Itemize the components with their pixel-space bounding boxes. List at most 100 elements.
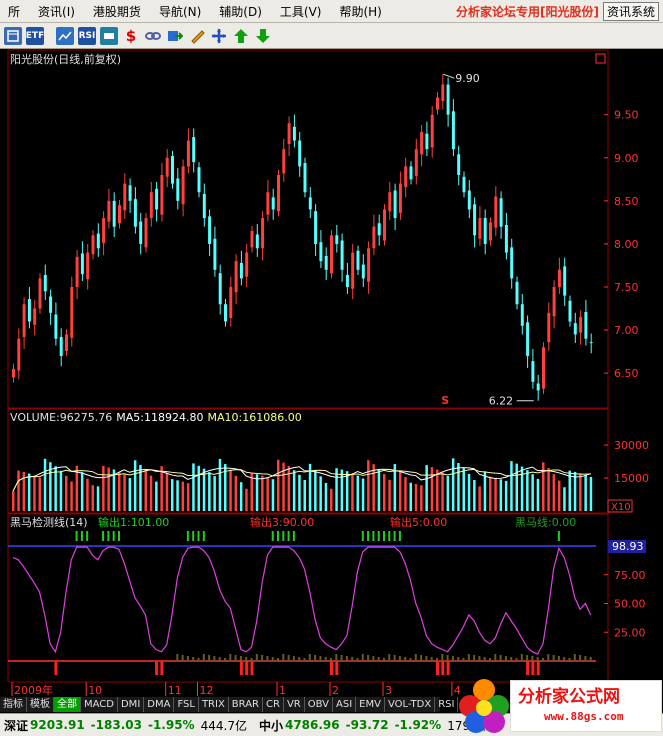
- tab-dma[interactable]: DMA: [144, 697, 175, 712]
- volume-bar: [33, 475, 36, 511]
- volume-bar: [218, 458, 222, 511]
- volume-bar: [250, 473, 253, 511]
- buy-signal-bar: [192, 531, 195, 541]
- candle-body: [584, 311, 588, 339]
- volume-bar: [462, 468, 465, 511]
- up-arrow-icon[interactable]: [232, 27, 250, 45]
- svg-text:VOLUME:96275.76MA5:118924.80MA: VOLUME:96275.76 MA5:118924.80 MA10:161086.…: [10, 411, 302, 424]
- volume-bar: [547, 468, 550, 511]
- index2-value: 4786.96: [284, 718, 340, 732]
- tab-brar[interactable]: BRAR: [229, 697, 263, 712]
- menu-item-file[interactable]: 所: [0, 3, 30, 20]
- chart-area[interactable]: 阳光股份(日线,前复权) VOLUME:96275.76 MA5:118924.8…: [0, 49, 663, 697]
- volume-bar: [478, 486, 481, 511]
- tab-emv[interactable]: EMV: [356, 697, 385, 712]
- candle-body: [112, 200, 116, 227]
- candle-body: [467, 190, 471, 210]
- indicator-histogram: [462, 658, 465, 661]
- volume-bar: [186, 483, 190, 511]
- etf-icon[interactable]: ETF: [26, 26, 44, 45]
- candle-body: [425, 133, 429, 150]
- volume-bar: [229, 469, 232, 511]
- tab-all[interactable]: 全部: [54, 697, 81, 712]
- candle-body: [478, 218, 482, 239]
- indicator-histogram: [351, 657, 354, 661]
- candle-body: [568, 300, 572, 322]
- index2-name[interactable]: 中小: [259, 717, 283, 734]
- link-icon[interactable]: [144, 27, 162, 45]
- candle-body: [234, 261, 238, 293]
- candle-body: [536, 383, 540, 391]
- volume-bar: [17, 470, 20, 511]
- candle-body: [499, 198, 503, 227]
- menu-item-assist[interactable]: 辅助(D): [211, 3, 272, 20]
- candle-body: [563, 266, 567, 296]
- tab-indicator[interactable]: 指标: [0, 697, 27, 712]
- indicator-histogram: [504, 656, 507, 661]
- volume-bar: [38, 477, 41, 511]
- indicator-histogram: [324, 657, 327, 661]
- tab-fsl[interactable]: FSL: [174, 697, 199, 712]
- volume-bar: [552, 474, 556, 511]
- indicator-histogram: [467, 654, 470, 661]
- indicator-out4: 黑马线:0.00: [515, 515, 576, 529]
- menu-item-tools[interactable]: 工具(V): [272, 3, 332, 20]
- dollar-icon[interactable]: $: [122, 27, 140, 45]
- candle-body: [298, 140, 302, 167]
- volume-ma10: MA10:161086.00: [207, 411, 301, 424]
- indicator-histogram: [420, 655, 423, 661]
- export-icon[interactable]: [166, 27, 184, 45]
- indicator-histogram: [584, 656, 587, 661]
- candle-body: [192, 137, 196, 163]
- index1-amount: 444.7亿: [200, 718, 247, 733]
- buy-signal-bar: [186, 531, 189, 541]
- candle-body: [292, 126, 296, 141]
- tab-template[interactable]: 模板: [27, 697, 54, 712]
- down-arrow-icon[interactable]: [254, 27, 272, 45]
- rsi-icon[interactable]: RSI: [78, 26, 96, 45]
- candle-body: [17, 338, 21, 371]
- buy-signal-bar: [102, 531, 105, 541]
- chart-icon[interactable]: [56, 26, 74, 45]
- index1-name[interactable]: 深证: [4, 717, 28, 734]
- menu-item-hk-futures[interactable]: 港股期货: [85, 3, 151, 20]
- tab-macd[interactable]: MACD: [81, 697, 118, 712]
- volume-bar: [515, 463, 518, 511]
- tab-asi[interactable]: ASI: [333, 697, 357, 712]
- menu-item-info[interactable]: 资讯(I): [30, 3, 85, 20]
- index2-pct: -1.92%: [394, 718, 442, 732]
- index1-pct: -1.95%: [147, 718, 195, 732]
- indicator-histogram: [372, 656, 375, 661]
- sell-signal-bar: [239, 661, 243, 675]
- volume-bar: [526, 470, 529, 511]
- volume-bar: [499, 479, 503, 511]
- tab-trix[interactable]: TRIX: [199, 697, 229, 712]
- volume-bar: [367, 460, 370, 511]
- menu-item-navigate[interactable]: 导航(N): [151, 3, 211, 20]
- volume-bar: [383, 474, 386, 511]
- window-icon[interactable]: [4, 26, 22, 45]
- candle-body: [589, 342, 593, 344]
- candle-body: [59, 336, 63, 356]
- candle-body: [22, 304, 26, 337]
- volume-bar: [149, 475, 153, 511]
- pencil-icon[interactable]: [188, 27, 206, 45]
- volume-bar: [542, 462, 545, 511]
- tab-vol-tdx[interactable]: VOL-TDX: [385, 697, 436, 712]
- cross-icon[interactable]: [210, 27, 228, 45]
- tab-cr[interactable]: CR: [263, 697, 284, 712]
- candle-body: [181, 166, 185, 205]
- tab-dmi[interactable]: DMI: [118, 697, 145, 712]
- menu-item-help[interactable]: 帮助(H): [331, 3, 391, 20]
- news-system-button[interactable]: 资讯系统: [602, 1, 659, 21]
- volume-bar: [536, 478, 540, 511]
- indicator-histogram: [282, 654, 285, 661]
- tab-obv[interactable]: OBV: [305, 697, 333, 712]
- indicator-histogram: [436, 658, 438, 661]
- toggle-icon[interactable]: [100, 26, 118, 45]
- tab-vr[interactable]: VR: [284, 697, 305, 712]
- candle-body: [330, 235, 333, 274]
- indicator-histogram: [213, 656, 216, 661]
- volume-bar: [356, 475, 359, 511]
- buy-signal-bar: [383, 531, 385, 541]
